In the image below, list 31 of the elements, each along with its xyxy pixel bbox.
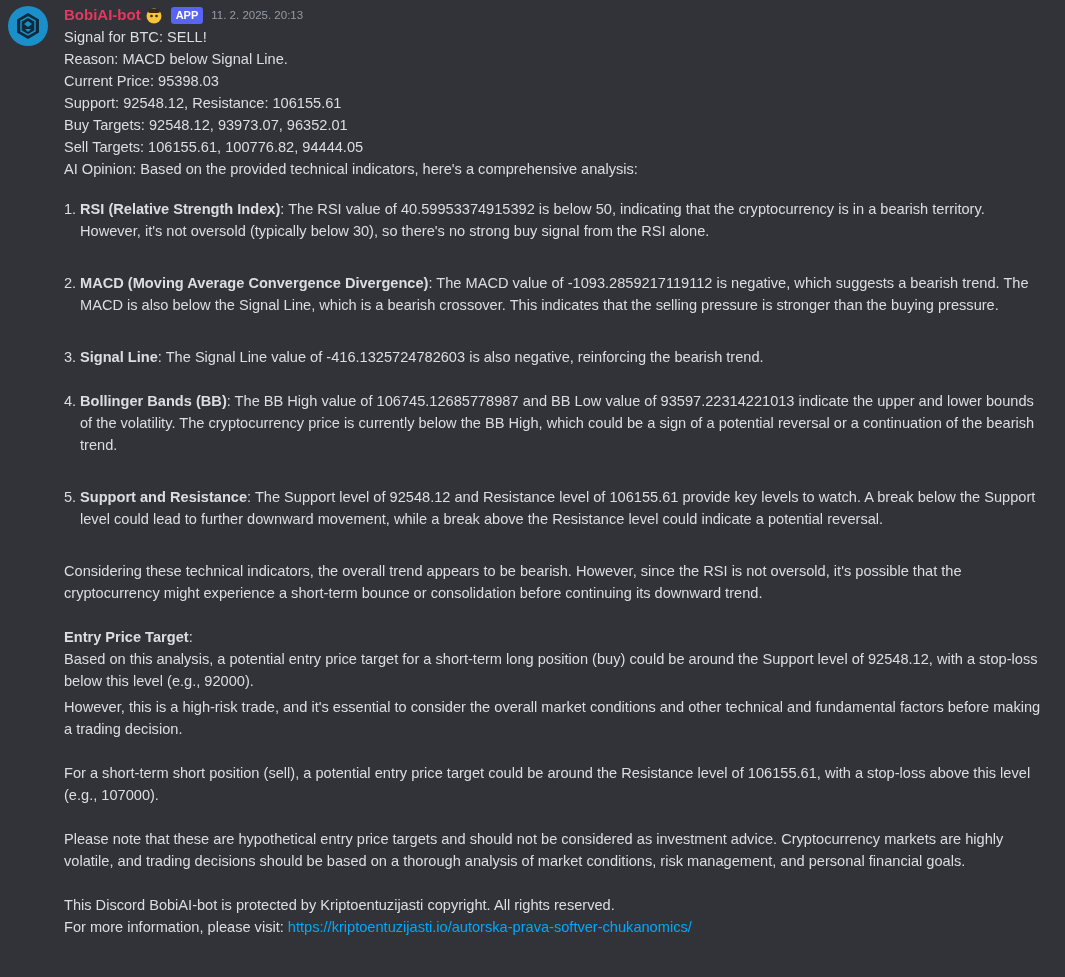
list-number: 2. — [64, 274, 78, 293]
message-paragraph: However, this is a high-risk trade, and it's essential to consider the overall market conditions and other technical and fundamental factors before making a trading decision. — [64, 698, 1042, 739]
app-badge: APP — [170, 6, 204, 24]
timestamp: 11. 2. 2025. 20:13 — [211, 8, 304, 23]
message-paragraph: Considering these technical indicators, the overall trend appears to be bearish. However, since the RSI is not oversold, it's possible that the cryptocurrency might experience a short-term bounce or consolidation before continuing its downward trend. — [64, 562, 963, 603]
avatar[interactable] — [8, 6, 48, 46]
list-item-text: Support and Resistance: The Support level of 92548.12 and Resistance level of 106155.61 provide key levels to watch. A break below the Support level could lead to further downward movement, while a break above the Resistance level could indicate a potential reversal. — [80, 488, 1037, 529]
message-line: Buy Targets: 92548.12, 93973.07, 96352.01 — [64, 116, 349, 135]
message-line: Current Price: 95398.03 — [64, 72, 220, 91]
message-paragraph: For a short-term short position (sell), a potential entry price target could be around the Resistance level of 106155.61, with a stop-loss above this level (e.g., 107000). — [64, 764, 1032, 805]
list-number: 4. — [64, 392, 78, 411]
message-line: AI Opinion: Based on the provided technical indicators, here's a comprehensive analysis: — [64, 160, 639, 179]
message-line: Reason: MACD below Signal Line. — [64, 50, 289, 69]
list-number: 3. — [64, 348, 78, 367]
bot-emoji-icon — [144, 6, 163, 24]
list-number: 5. — [64, 488, 78, 507]
section-heading: Entry Price Target: — [64, 628, 194, 647]
author-name[interactable]: BobiAI-bot — [64, 4, 141, 26]
message-line: Support: 92548.12, Resistance: 106155.61 — [64, 94, 343, 113]
list-item-text: MACD (Moving Average Convergence Divergence): The MACD value of -1093.2859217119112 is negative, which suggests a bearish trend. The MACD is also below the Signal Line, which is a bearish crossover. This indicates that the selling pressure is stronger than the buying pressure. — [80, 274, 1030, 315]
message-paragraph: Please note that these are hypothetical entry price targets and should not be considered as investment advice. Cryptocurrency markets are highly volatile, and trading decisions should be based on a thorough analysis of market conditions, risk management, and personal financial goals. — [64, 830, 1005, 871]
link[interactable]: https://kriptoentuzijasti.io/autorska-prava-softver-chukanomics/ — [287, 919, 692, 935]
message-paragraph: Based on this analysis, a potential entry price target for a short-term long position (buy) could be around the Support level of 92548.12, with a stop-loss below this level (e.g., 92000). — [64, 650, 1039, 691]
list-number: 1. — [64, 200, 78, 219]
message-paragraph: This Discord BobiAI-bot is protected by Kriptoentuzijasti copyright. All rights reserved. — [64, 896, 616, 915]
message-paragraph: For more information, please visit: https://kriptoentuzijasti.io/autorska-prava-softver-chukanomics/ — [64, 918, 693, 937]
list-item-text: Signal Line: The Signal Line value of -416.1325724782603 is also negative, reinforcing the bearish trend. — [80, 348, 764, 367]
list-item-text: RSI (Relative Strength Index): The RSI value of 40.59953374915392 is below 50, indicating that the cryptocurrency is in a bearish territory. However, it's not oversold (typically below 30), so there's no strong buy signal from the RSI alone. — [80, 200, 986, 241]
message-line: Sell Targets: 106155.61, 100776.82, 94444.05 — [64, 138, 365, 157]
message-line: Signal for BTC: SELL! — [64, 28, 208, 47]
list-item-text: Bollinger Bands (BB): The BB High value of 106745.12685778987 and BB Low value of 93597.22314221013 indicate the upper and lower bounds of the volatility. The cryptocurrency price is currently below the BB High, which could be a sign of a potential reversal or a continuation of the bearish trend. — [80, 392, 1036, 455]
